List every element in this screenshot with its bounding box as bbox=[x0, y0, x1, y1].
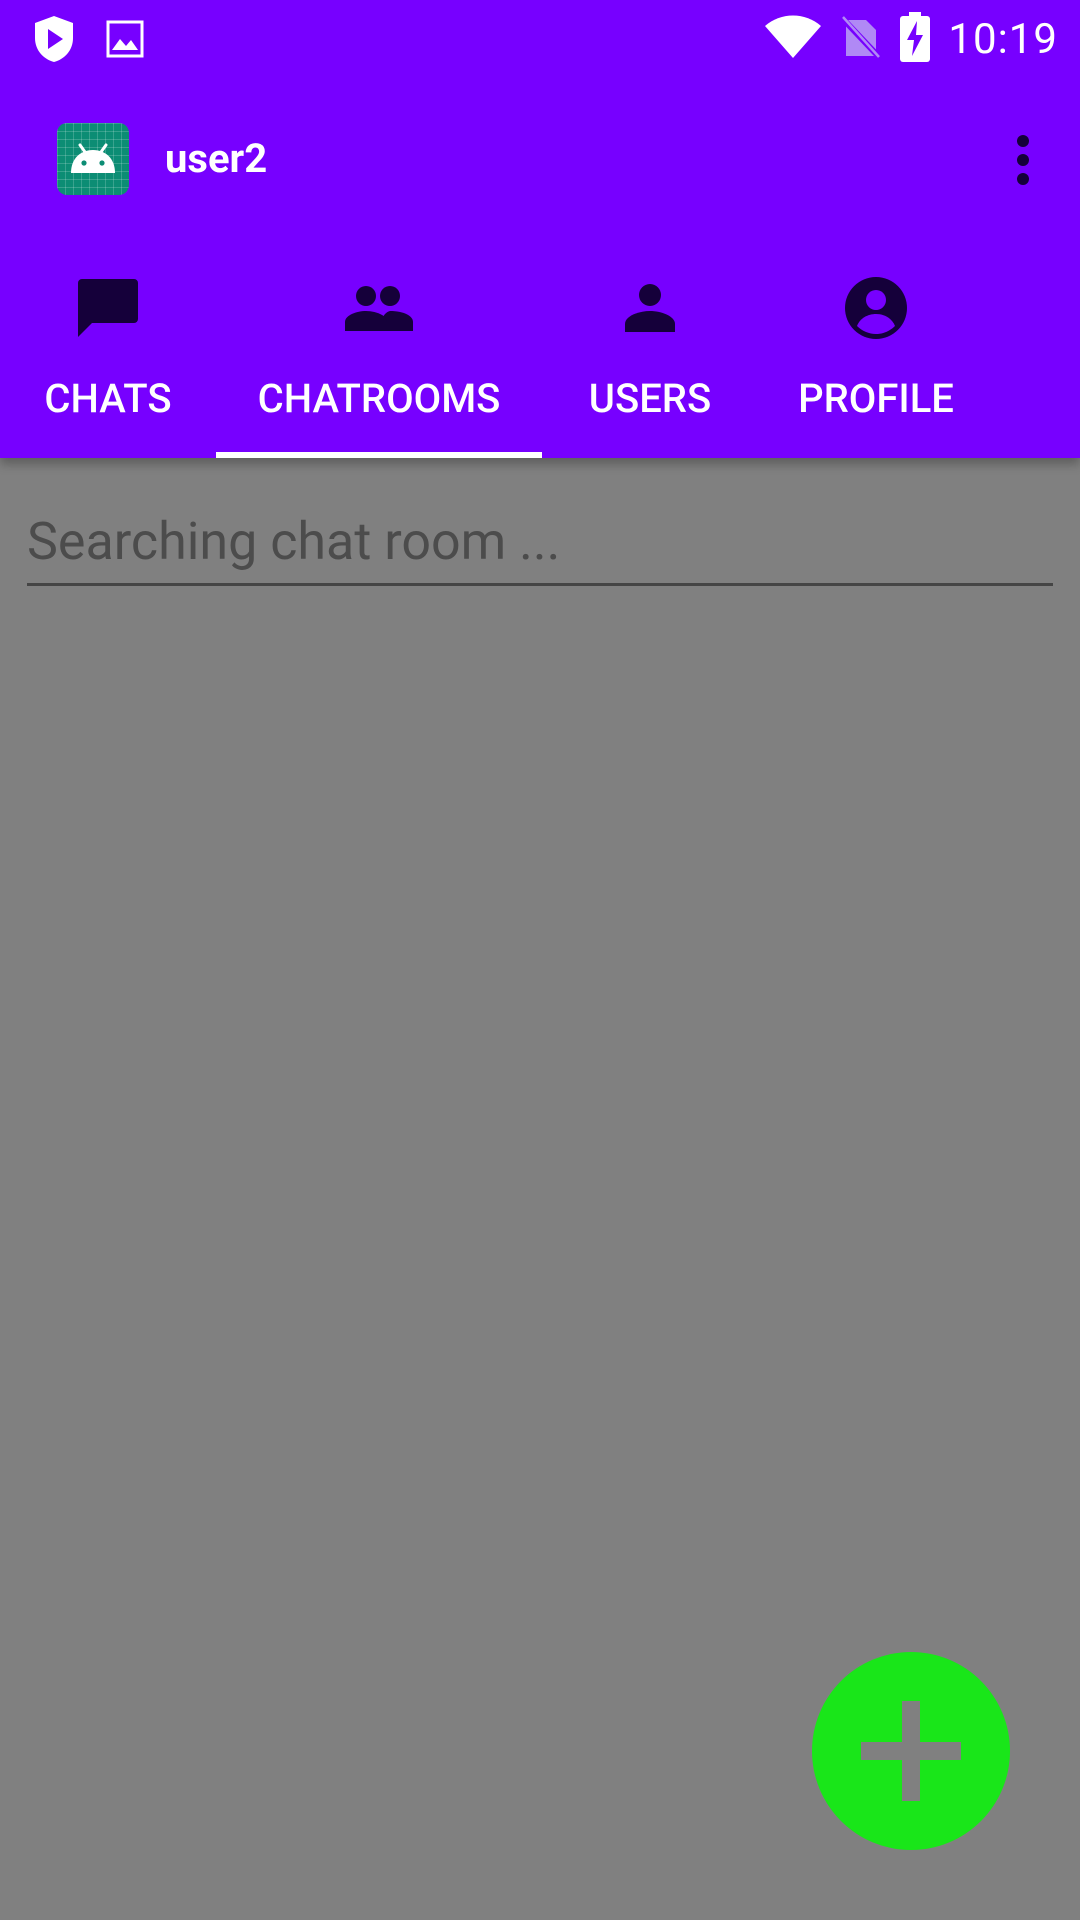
tab-label: CHATS bbox=[44, 375, 172, 422]
battery-charging-icon bbox=[900, 12, 931, 66]
search-underline bbox=[27, 583, 1053, 586]
tab-users[interactable]: USERS bbox=[542, 242, 758, 458]
toolbar: user2 bbox=[0, 78, 1080, 242]
tab-label: CHATROOMS bbox=[257, 375, 501, 422]
no-sim-icon bbox=[840, 14, 883, 64]
tab-label: PROFILE bbox=[798, 375, 954, 422]
android-icon bbox=[57, 123, 129, 195]
tab-label: USERS bbox=[588, 375, 712, 422]
clock: 10:19 bbox=[948, 14, 1058, 64]
tab-bar: CHATS CHATROOMS USERS PROFILE bbox=[0, 242, 1080, 458]
app-header: 10:19 user2 CHATS CHATROOMS USERS PROFIL… bbox=[0, 0, 1080, 458]
chat-icon bbox=[72, 272, 144, 344]
group-icon bbox=[343, 272, 415, 344]
account-circle-icon bbox=[840, 272, 912, 344]
add-chatroom-button[interactable] bbox=[812, 1652, 1010, 1850]
tab-chats[interactable]: CHATS bbox=[0, 242, 216, 458]
status-bar: 10:19 bbox=[0, 0, 1080, 78]
overflow-menu-icon bbox=[1017, 135, 1029, 185]
plus-icon bbox=[861, 1701, 961, 1801]
overflow-menu-button[interactable] bbox=[988, 118, 1058, 202]
selected-tab-indicator bbox=[216, 452, 542, 458]
search-input[interactable] bbox=[27, 500, 1053, 582]
tab-chatrooms[interactable]: CHATROOMS bbox=[216, 242, 542, 458]
status-icons: 10:19 bbox=[764, 10, 1058, 68]
tab-profile[interactable]: PROFILE bbox=[758, 242, 994, 458]
search-field bbox=[27, 500, 1053, 586]
person-icon bbox=[614, 272, 686, 344]
image-notification-icon bbox=[96, 10, 154, 68]
wifi-icon bbox=[764, 14, 822, 64]
play-protect-icon bbox=[25, 10, 83, 68]
page-title: user2 bbox=[165, 135, 268, 182]
